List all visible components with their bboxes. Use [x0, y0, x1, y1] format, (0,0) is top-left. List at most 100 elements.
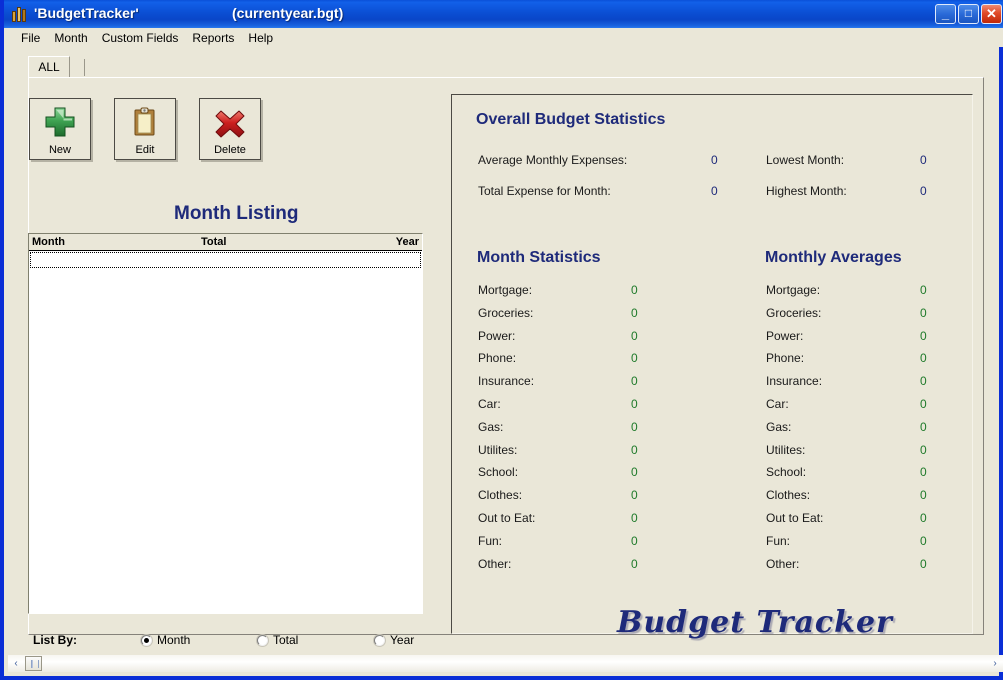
stat-label: Car: — [766, 397, 789, 411]
scrollbar-thumb[interactable] — [25, 656, 42, 671]
stat-label: Highest Month: — [766, 184, 847, 198]
month-statistic-row: Groceries: 0 — [478, 305, 638, 320]
monthly-average-row: Fun: 0 — [766, 533, 927, 548]
tab-strip: ALL — [28, 56, 984, 78]
horizontal-scrollbar[interactable]: ‹ › — [8, 655, 1003, 672]
radio-list-by-year[interactable]: Year — [374, 633, 414, 647]
radio-list-by-month[interactable]: Month — [141, 633, 190, 647]
monthly-average-row: School: 0 — [766, 465, 927, 480]
monthly-average-row: Phone: 0 — [766, 351, 927, 365]
stat-value: 0 — [711, 153, 718, 167]
monthly-average-row: Groceries: 0 — [766, 305, 927, 320]
menu-item-help[interactable]: Help — [241, 30, 280, 46]
month-statistic-row: School: 0 — [478, 465, 638, 479]
stat-value: 0 — [920, 328, 927, 343]
maximize-button[interactable]: □ — [958, 4, 979, 24]
month-statistic-row: Power: 0 — [478, 329, 638, 343]
stat-label: Fun: — [766, 533, 791, 548]
close-button[interactable]: ✕ — [981, 4, 1002, 24]
delete-button[interactable]: Delete — [199, 98, 261, 160]
application-window: 'BudgetTracker' (currentyear.bgt) _ □ ✕ … — [0, 0, 1003, 680]
stat-label: Car: — [478, 397, 501, 411]
stat-value: 0 — [631, 511, 638, 525]
month-statistic-row: Insurance: 0 — [478, 374, 638, 388]
stat-label: School: — [766, 465, 807, 480]
stat-value: 0 — [920, 533, 927, 548]
menu-item-custom-fields[interactable]: Custom Fields — [95, 30, 186, 46]
menu-item-month[interactable]: Month — [47, 30, 94, 46]
column-header-year[interactable]: Year — [396, 236, 419, 248]
column-header-total[interactable]: Total — [201, 236, 226, 248]
x-red-icon — [200, 105, 260, 139]
month-statistic-row: Car: 0 — [478, 397, 638, 411]
stat-label: Gas: — [478, 419, 504, 434]
window-frame: 'BudgetTracker' (currentyear.bgt) _ □ ✕ … — [0, 0, 1003, 680]
stat-value: 0 — [920, 283, 927, 297]
month-statistic-row: Out to Eat: 0 — [478, 511, 638, 525]
stat-value: 0 — [631, 397, 638, 411]
stat-label: Groceries: — [766, 305, 822, 320]
window-filename: (currentyear.bgt) — [232, 5, 344, 21]
stat-value: 0 — [631, 533, 638, 548]
list-by-label: List By: — [33, 633, 78, 647]
month-statistic-row: Fun: 0 — [478, 534, 638, 548]
monthly-average-row: Power: 0 — [766, 329, 927, 343]
stat-value: 0 — [920, 184, 927, 198]
stat-label: Lowest Month: — [766, 153, 845, 167]
month-statistic-row: Phone: 0 — [478, 351, 638, 365]
stat-lowest-month: Lowest Month: 0 — [766, 153, 966, 167]
stat-value: 0 — [631, 328, 638, 343]
tab-all[interactable]: ALL — [28, 56, 70, 78]
stat-label: Utilites: — [478, 442, 518, 457]
stat-value: 0 — [920, 397, 927, 411]
monthly-average-row: Other: 0 — [766, 557, 927, 571]
new-button-label: New — [48, 144, 71, 156]
month-statistic-row: Clothes: 0 — [478, 488, 638, 503]
window-title: 'BudgetTracker' — [34, 5, 139, 21]
stat-average-monthly-expenses: Average Monthly Expenses: 0 — [478, 153, 738, 167]
stat-value: 0 — [711, 184, 718, 198]
monthly-average-row: Insurance: 0 — [766, 374, 927, 389]
window-controls: _ □ ✕ — [935, 4, 1002, 24]
stat-value: 0 — [920, 419, 927, 434]
stat-label: Clothes: — [478, 488, 523, 503]
scroll-left-arrow-icon[interactable]: ‹ — [8, 655, 24, 672]
stat-value: 0 — [631, 374, 638, 389]
radio-label-year: Year — [390, 633, 415, 647]
delete-button-label: Delete — [214, 144, 246, 156]
list-item[interactable] — [30, 252, 421, 268]
month-statistic-row: Mortgage: 0 — [478, 283, 638, 297]
tab-separator — [84, 59, 85, 76]
column-header-month[interactable]: Month — [32, 236, 65, 248]
stat-value: 0 — [631, 351, 638, 366]
stat-label: Mortgage: — [766, 283, 821, 297]
stat-value: 0 — [631, 488, 638, 503]
monthly-average-row: Mortgage: 0 — [766, 283, 927, 297]
new-button[interactable]: New — [29, 98, 91, 160]
minimize-button[interactable]: _ — [935, 4, 956, 24]
monthly-average-row: Clothes: 0 — [766, 488, 927, 503]
stat-total-expense-for-month: Total Expense for Month: 0 — [478, 184, 738, 198]
stat-label: Groceries: — [478, 305, 534, 320]
stat-value: 0 — [631, 465, 638, 480]
plus-green-icon — [30, 105, 90, 139]
radio-label-month: Month — [157, 633, 191, 647]
month-listing-listbox[interactable]: Month Total Year — [28, 233, 423, 614]
minimize-icon: _ — [941, 6, 950, 21]
monthly-average-row: Car: 0 — [766, 397, 927, 411]
menu-item-file[interactable]: File — [14, 30, 47, 46]
stat-label: Insurance: — [766, 374, 823, 389]
radio-list-by-total[interactable]: Total — [257, 633, 298, 647]
stat-label: Out to Eat: — [766, 511, 824, 525]
month-statistic-row: Other: 0 — [478, 557, 638, 571]
monthly-average-row: Out to Eat: 0 — [766, 511, 927, 525]
stat-value: 0 — [631, 556, 638, 571]
stat-label: Clothes: — [766, 488, 811, 503]
edit-button[interactable]: Edit — [114, 98, 176, 160]
title-bar: 'BudgetTracker' (currentyear.bgt) _ □ ✕ — [4, 0, 1003, 28]
radio-dot-icon — [141, 635, 152, 646]
month-statistics-heading: Month Statistics — [477, 249, 601, 266]
scroll-right-arrow-icon[interactable]: › — [987, 655, 1003, 672]
menu-item-reports[interactable]: Reports — [185, 30, 241, 46]
monthly-averages-heading: Monthly Averages — [765, 249, 902, 266]
